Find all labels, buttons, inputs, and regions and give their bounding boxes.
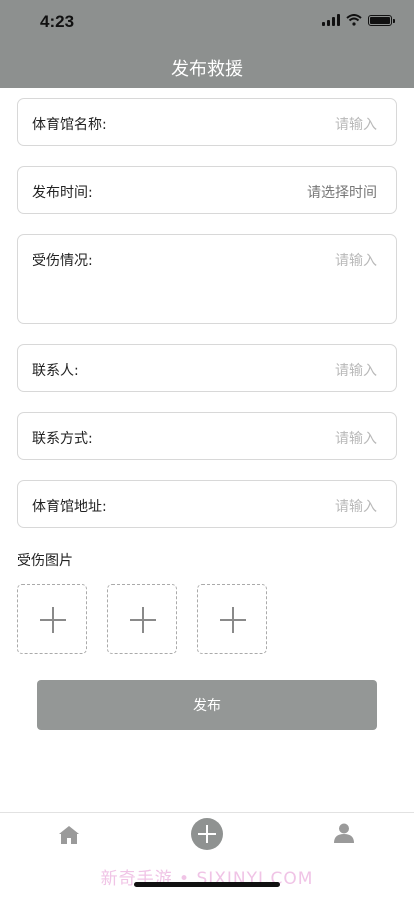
publish-button[interactable]: 发布 xyxy=(37,680,377,730)
venue-name-label: 体育馆名称: xyxy=(32,117,107,133)
battery-icon xyxy=(368,14,395,26)
home-indicator[interactable] xyxy=(134,882,280,887)
publish-time-field[interactable]: 发布时间: 请选择时间 xyxy=(17,166,397,214)
injury-label: 受伤情况: xyxy=(32,253,93,269)
contact-method-input[interactable]: 请输入 xyxy=(335,428,377,448)
publish-time-label: 发布时间: xyxy=(32,185,93,201)
home-icon[interactable] xyxy=(58,825,80,845)
user-icon[interactable] xyxy=(333,822,355,844)
injury-field[interactable]: 受伤情况: 请输入 xyxy=(17,234,397,324)
contact-input[interactable]: 请输入 xyxy=(335,360,377,380)
image-upload-slot[interactable] xyxy=(17,584,87,654)
venue-address-input[interactable]: 请输入 xyxy=(335,496,377,516)
status-time: 4:23 xyxy=(40,12,75,31)
injury-images-label: 受伤图片 xyxy=(17,553,73,569)
contact-method-field[interactable]: 联系方式: 请输入 xyxy=(17,412,397,460)
image-upload-slot[interactable] xyxy=(197,584,267,654)
image-upload-slot[interactable] xyxy=(107,584,177,654)
venue-name-input[interactable]: 请输入 xyxy=(335,114,377,134)
venue-name-field[interactable]: 体育馆名称: 请输入 xyxy=(17,98,397,146)
venue-address-field[interactable]: 体育馆地址: 请输入 xyxy=(17,480,397,528)
contact-label: 联系人: xyxy=(32,363,79,379)
injury-textarea[interactable]: 请输入 xyxy=(335,250,377,270)
contact-field[interactable]: 联系人: 请输入 xyxy=(17,344,397,392)
wifi-icon xyxy=(346,14,362,26)
header-bar: 4:23 发布救援 xyxy=(0,0,414,88)
publish-time-picker[interactable]: 请选择时间 xyxy=(307,182,377,202)
cellular-signal-icon xyxy=(322,14,340,26)
add-icon[interactable] xyxy=(191,818,223,850)
venue-address-label: 体育馆地址: xyxy=(32,499,107,515)
contact-method-label: 联系方式: xyxy=(32,431,93,447)
status-icons xyxy=(322,14,395,26)
page-title: 发布救援 xyxy=(171,59,243,80)
